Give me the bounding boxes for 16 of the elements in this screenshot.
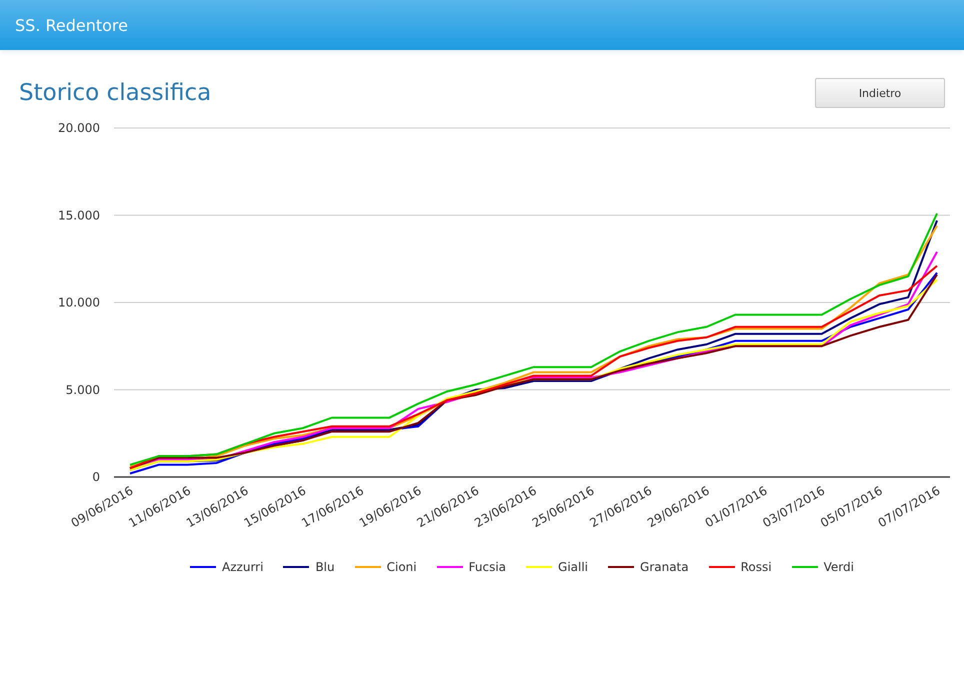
legend-label: Granata — [640, 560, 689, 574]
legend-label: Cioni — [386, 560, 417, 574]
legend-label: Blu — [315, 560, 335, 574]
legend-label: Gialli — [558, 560, 588, 574]
y-tick-label: 15.000 — [58, 208, 100, 222]
legend-label: Azzurri — [222, 560, 264, 574]
legend-label: Verdi — [824, 560, 854, 574]
legend-label: Rossi — [740, 560, 772, 574]
back-button[interactable]: Indietro — [815, 78, 945, 108]
y-tick-label: 10.000 — [58, 296, 100, 310]
page-title: Storico classifica — [19, 80, 212, 106]
y-tick-label: 20.000 — [58, 121, 100, 135]
y-tick-label: 0 — [92, 470, 100, 484]
y-tick-label: 5.000 — [66, 382, 100, 397]
app-title: SS. Redentore — [15, 16, 128, 34]
legend-label: Fucsia — [468, 560, 506, 574]
